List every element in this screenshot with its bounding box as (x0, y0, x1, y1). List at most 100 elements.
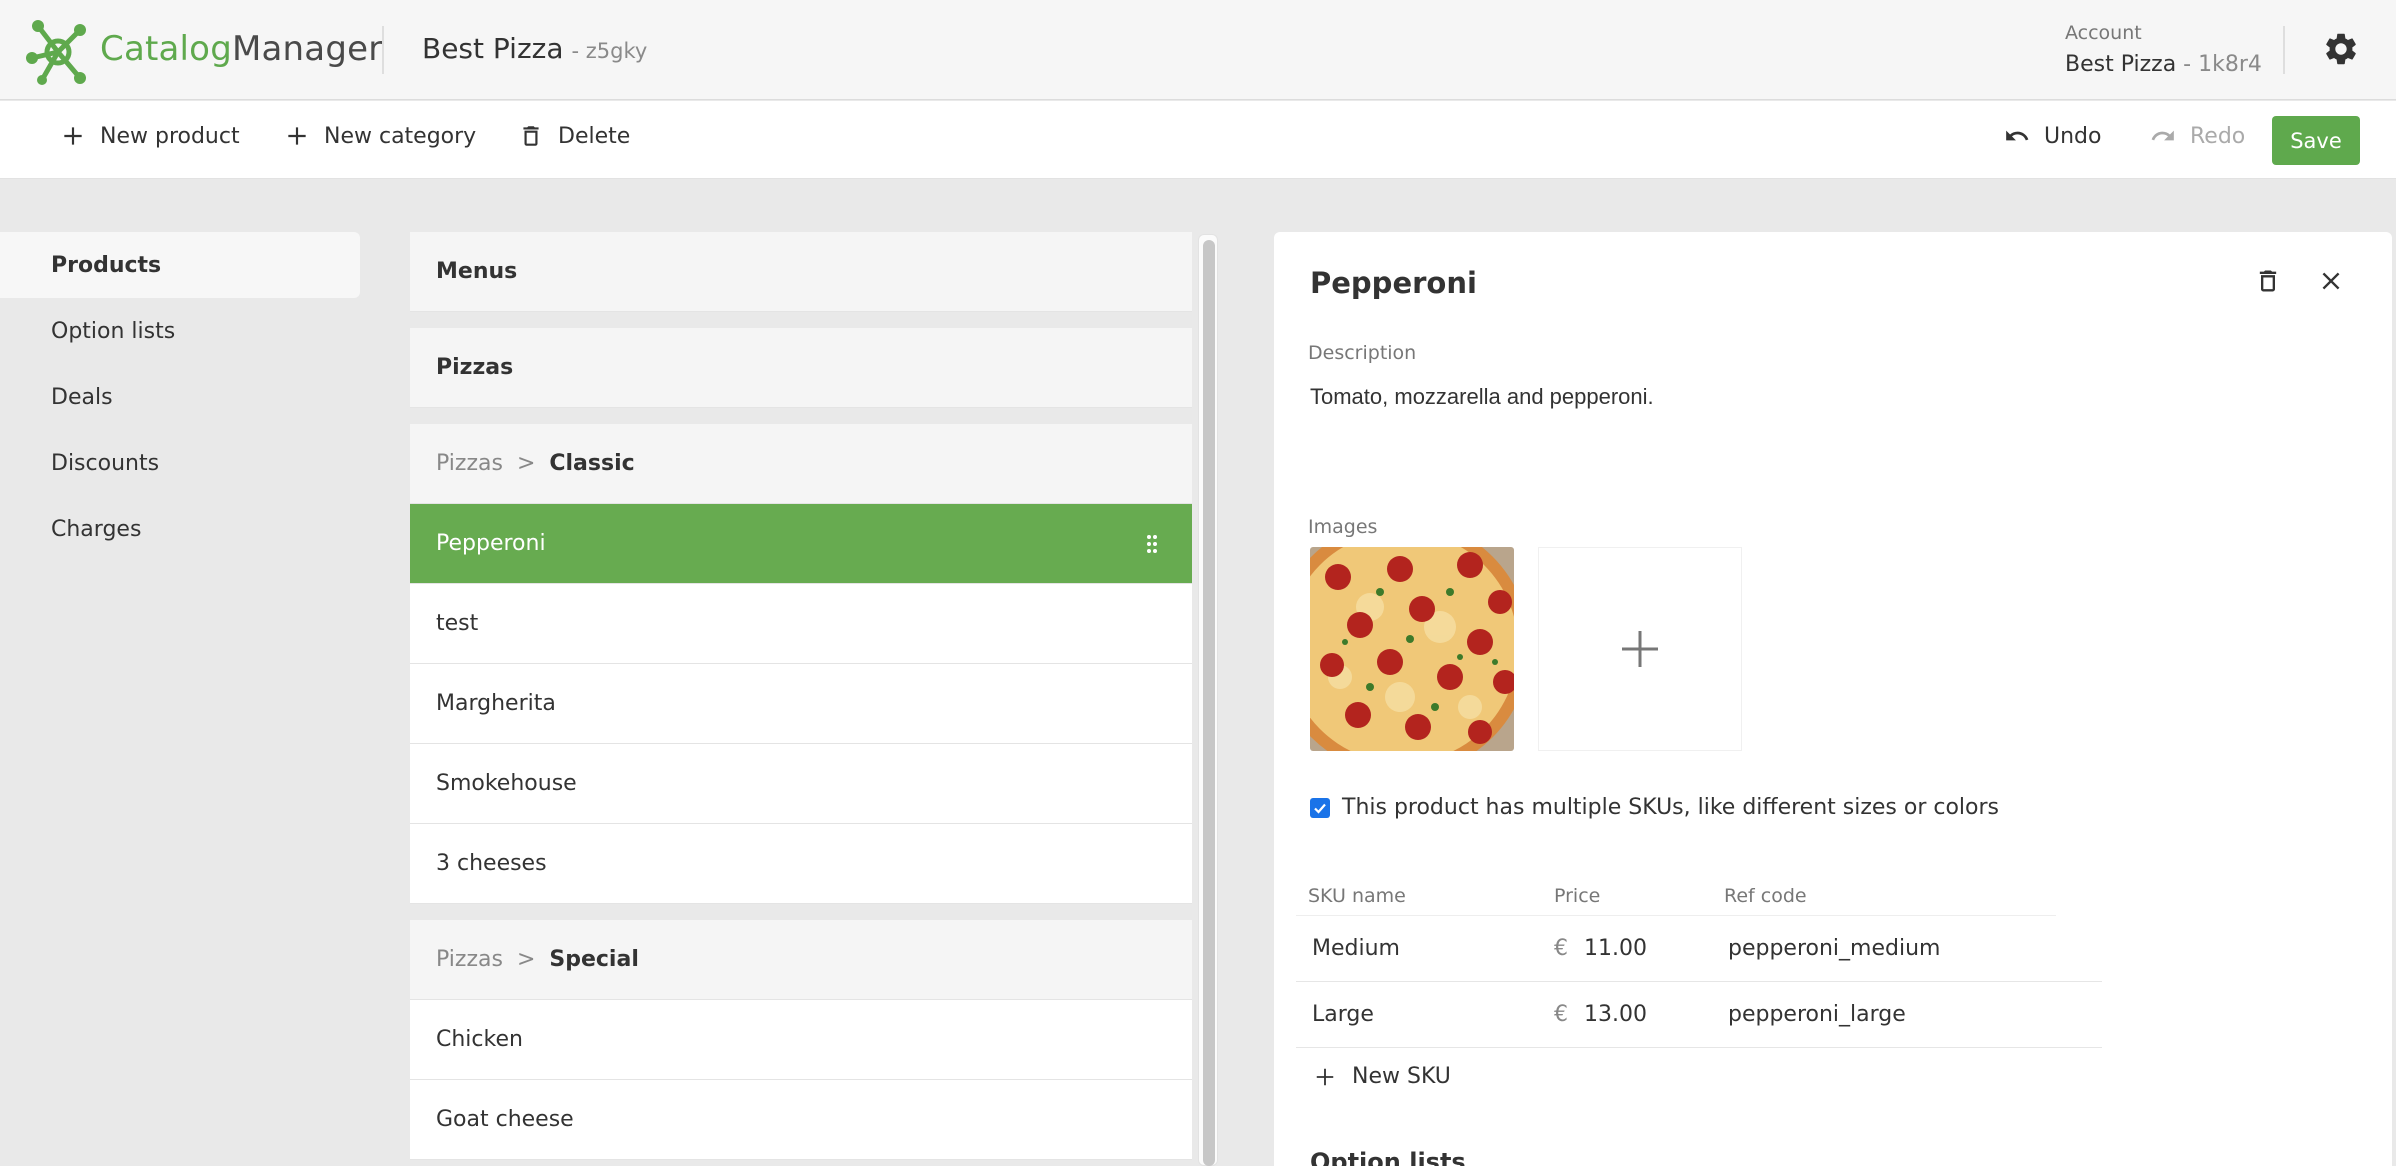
list-gap (410, 312, 1192, 328)
trash-icon (523, 126, 539, 146)
product-name: Goat cheese (436, 1107, 574, 1132)
option-lists-heading: Option lists (1310, 1148, 1466, 1166)
logo-text-manager: Manager (231, 29, 383, 69)
breadcrumb-current: Classic (549, 451, 635, 476)
sku-ref-field[interactable]: pepperoni_medium (1728, 936, 1940, 961)
sidebar-item-option-lists[interactable]: Option lists (0, 298, 360, 364)
delete-label: Delete (558, 123, 631, 149)
delete-button[interactable]: Delete (518, 123, 630, 149)
product-name: 3 cheeses (436, 851, 547, 876)
product-name: test (436, 611, 479, 636)
sku-name-field[interactable]: Large (1312, 1002, 1374, 1027)
store-code: - z5gky (571, 39, 648, 63)
description-field[interactable]: Tomato, mozzarella and pepperoni. (1310, 384, 2310, 504)
new-sku-label: New SKU (1352, 1064, 1451, 1089)
description-label: Description (1308, 342, 1417, 364)
sku-price-field[interactable]: 11.00 (1584, 936, 1647, 961)
product-name: Chicken (436, 1027, 523, 1052)
sku-row-large: Large € 13.00 pepperoni_large (1296, 982, 2102, 1048)
new-sku-button[interactable]: New SKU (1314, 1064, 1451, 1089)
sidebar-item-deals[interactable]: Deals (0, 364, 360, 430)
product-title: Pepperoni (1310, 266, 1477, 300)
redo-button[interactable]: Redo (2150, 123, 2245, 149)
sidebar-item-charges[interactable]: Charges (0, 496, 360, 562)
sku-row-medium: Medium € 11.00 pepperoni_medium (1296, 916, 2102, 982)
breadcrumb-separator: > (516, 947, 536, 972)
store-selector[interactable]: Best Pizza - z5gky (422, 32, 647, 65)
new-product-label: New product (100, 123, 240, 149)
gear-icon[interactable] (2322, 30, 2360, 68)
product-row[interactable]: test (410, 584, 1192, 664)
logo-text-catalog: Catalog (100, 29, 232, 69)
sku-ref-field[interactable]: pepperoni_large (1728, 1002, 1906, 1027)
category-menus[interactable]: Menus (410, 232, 1192, 312)
new-category-label: New category (324, 123, 477, 149)
redo-label: Redo (2190, 123, 2246, 149)
undo-button[interactable]: Undo (2004, 123, 2101, 149)
close-icon[interactable] (2318, 268, 2344, 294)
sku-currency: € (1554, 936, 1568, 961)
product-row[interactable]: Chicken (410, 1000, 1192, 1080)
multiple-skus-checkbox[interactable] (1310, 797, 1330, 818)
undo-label: Undo (2044, 123, 2102, 149)
plus-icon (288, 127, 306, 145)
undo-icon (2006, 130, 2029, 141)
product-name: Smokehouse (436, 771, 577, 796)
molecule-logo-icon (26, 20, 86, 85)
product-name: Pepperoni (436, 531, 546, 556)
breadcrumb-parent: Pizzas (436, 947, 503, 972)
sku-ref-header: Ref code (1724, 885, 1807, 907)
plus-icon (64, 127, 82, 145)
product-row-pepperoni[interactable]: Pepperoni (410, 504, 1192, 584)
plus-icon (1316, 1068, 1334, 1085)
redo-icon (2151, 130, 2174, 141)
product-name: Margherita (436, 691, 556, 716)
store-name: Best Pizza (422, 32, 564, 65)
product-row[interactable]: Goat cheese (410, 1080, 1192, 1160)
multiple-skus-label: This product has multiple SKUs, like dif… (1342, 795, 2000, 820)
product-image-thumbnail[interactable] (1310, 547, 1514, 751)
header-divider (2283, 26, 2285, 74)
sidebar-item-products[interactable]: Products (0, 232, 360, 298)
pizza-image (1310, 547, 1514, 751)
product-row[interactable]: Smokehouse (410, 744, 1192, 824)
account-name-line: Best Pizza - 1k8r4 (2065, 52, 2262, 77)
breadcrumb-parent: Pizzas (436, 451, 503, 476)
product-row[interactable]: 3 cheeses (410, 824, 1192, 904)
trash-icon[interactable] (2254, 266, 2282, 296)
breadcrumb-current: Special (549, 947, 639, 972)
sidebar-nav: Products Option lists Deals Discounts Ch… (0, 232, 360, 562)
account-code: - 1k8r4 (2176, 52, 2262, 77)
sku-name-field[interactable]: Medium (1312, 936, 1400, 961)
category-special-breadcrumb[interactable]: Pizzas > Special (410, 920, 1192, 1000)
account-label: Account (2065, 22, 2142, 44)
action-toolbar: New product New category Delete Undo Red… (0, 101, 2396, 179)
category-pizzas[interactable]: Pizzas (410, 328, 1192, 408)
account-name: Best Pizza (2065, 52, 2177, 77)
app-header: CatalogManager Best Pizza - z5gky Account… (0, 0, 2396, 100)
logo-text: CatalogManager (100, 29, 382, 69)
list-gap (410, 904, 1192, 920)
account-selector[interactable]: Account Best Pizza - 1k8r4 (2065, 22, 2262, 77)
breadcrumb-separator: > (516, 451, 536, 476)
scrollbar-thumb[interactable] (1203, 240, 1215, 1166)
sku-price-header: Price (1554, 885, 1601, 907)
plus-icon (1622, 631, 1658, 667)
drag-handle-icon[interactable] (1146, 534, 1158, 554)
header-divider (382, 26, 384, 74)
new-category-button[interactable]: New category (284, 123, 476, 149)
images-label: Images (1308, 516, 1378, 538)
sku-currency: € (1554, 1002, 1568, 1027)
sku-price-field[interactable]: 13.00 (1584, 1002, 1647, 1027)
save-button[interactable]: Save (2272, 116, 2360, 165)
list-gap (410, 408, 1192, 424)
sku-name-header: SKU name (1308, 885, 1406, 907)
product-row[interactable]: Margherita (410, 664, 1192, 744)
multiple-skus-option: This product has multiple SKUs, like dif… (1310, 795, 1999, 820)
sidebar-item-discounts[interactable]: Discounts (0, 430, 360, 496)
catalog-tree: Menus Pizzas Pizzas > Classic Pepperoni … (410, 232, 1192, 1166)
category-classic-breadcrumb[interactable]: Pizzas > Classic (410, 424, 1192, 504)
app-logo[interactable]: CatalogManager (24, 12, 382, 86)
add-image-button[interactable] (1538, 547, 1742, 751)
new-product-button[interactable]: New product (60, 123, 240, 149)
